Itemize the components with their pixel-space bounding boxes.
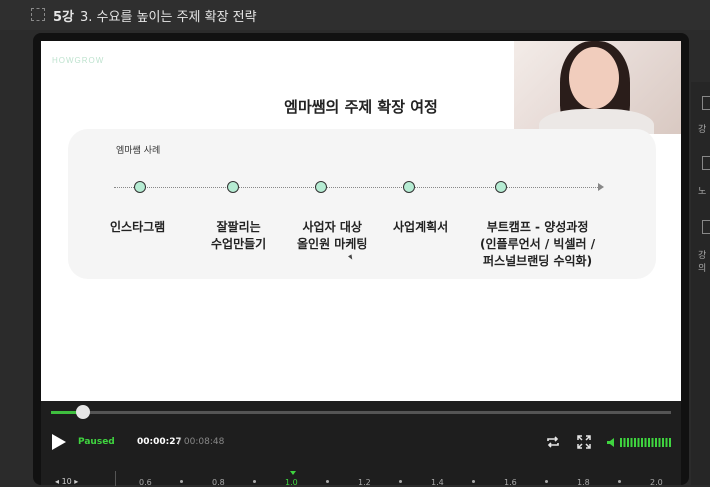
speed-tick — [399, 480, 402, 483]
sidebar-item-note[interactable]: 노 — [698, 184, 706, 197]
speed-option[interactable]: 1.2 — [358, 478, 371, 487]
timeline-dot — [403, 181, 415, 193]
speed-marker — [290, 471, 296, 475]
title-bar: 5강 3. 수요를 높이는 주제 확장 전략 — [0, 0, 710, 30]
sidebar-item-course[interactable]: 강의 — [698, 248, 710, 274]
speed-option[interactable]: 0.6 — [139, 478, 152, 487]
timeline-arrow — [598, 183, 604, 191]
timeline-dot — [227, 181, 239, 193]
sidebar-item-lecture[interactable]: 강 — [698, 122, 706, 135]
total-time: / 00:08:48 — [178, 437, 225, 447]
stage-label: 부트캠프 - 양성과정 (인플루언서 / 빅셀러 / 퍼스널브랜딩 수익화) — [480, 220, 596, 268]
stage-label: 사업자 대상 올인원 마케팅 — [297, 220, 368, 251]
document-icon[interactable] — [702, 220, 710, 234]
timeline-dot — [315, 181, 327, 193]
speed-tick — [472, 480, 475, 483]
brand-logo: HOWGROW — [52, 56, 105, 65]
stage-label: 인스타그램 — [110, 220, 166, 234]
list-icon[interactable] — [31, 8, 45, 21]
seek-track[interactable] — [51, 411, 671, 414]
journey-panel: 엠마쌤 사례 인스타그램 잘팔리는 수업만들기 사업자 대상 올인원 마케팅 사업계… — [68, 129, 656, 279]
seek-handle[interactable] — [76, 405, 90, 419]
lesson-name: 3. 수요를 높이는 주제 확장 전략 — [80, 10, 257, 25]
speed-option[interactable]: 1.6 — [504, 478, 517, 487]
fullscreen-icon[interactable] — [577, 435, 591, 449]
play-icon[interactable] — [52, 434, 66, 450]
loop-icon[interactable] — [545, 435, 561, 449]
stage-label: 잘팔리는 수업만들기 — [211, 220, 267, 251]
divider — [115, 471, 116, 486]
right-sidebar: 강 노 강의 — [691, 82, 710, 485]
speed-tick — [326, 480, 329, 483]
playback-status: Paused — [78, 437, 115, 447]
stage-label: 사업계획서 — [393, 220, 449, 234]
speed-option[interactable]: 1.8 — [577, 478, 590, 487]
current-time: 00:00:27 — [137, 437, 182, 447]
speed-tick — [618, 480, 621, 483]
video-slide[interactable]: HOWGROW 엠마쌤의 주제 확장 여정 엠마쌤 사례 인스타그램 잘팔리는 수… — [41, 41, 681, 401]
lesson-title: 5강 3. 수요를 높이는 주제 확장 전략 — [53, 6, 257, 25]
volume-icon[interactable] — [607, 438, 617, 447]
home-icon[interactable] — [702, 96, 710, 110]
speed-option-active[interactable]: 1.0 — [285, 478, 298, 487]
presenter-webcam — [514, 41, 681, 134]
timeline-line — [114, 187, 602, 188]
speed-option[interactable]: 0.8 — [212, 478, 225, 487]
slide-title: 엠마쌤의 주제 확장 여정 — [284, 98, 438, 116]
speed-tick — [180, 480, 183, 483]
timeline-dot — [495, 181, 507, 193]
speed-option[interactable]: 1.4 — [431, 478, 444, 487]
speed-tick — [545, 480, 548, 483]
speed-option[interactable]: 2.0 — [650, 478, 663, 487]
speed-tick — [253, 480, 256, 483]
player-controls: Paused 00:00:27 / 00:08:48 ◂ 10 ▸ 0.6 0.… — [41, 401, 681, 487]
timeline-dot — [134, 181, 146, 193]
case-label: 엠마쌤 사례 — [116, 146, 161, 156]
note-icon[interactable] — [702, 156, 710, 170]
volume-level[interactable] — [620, 438, 672, 447]
lesson-number: 5강 — [53, 10, 75, 25]
